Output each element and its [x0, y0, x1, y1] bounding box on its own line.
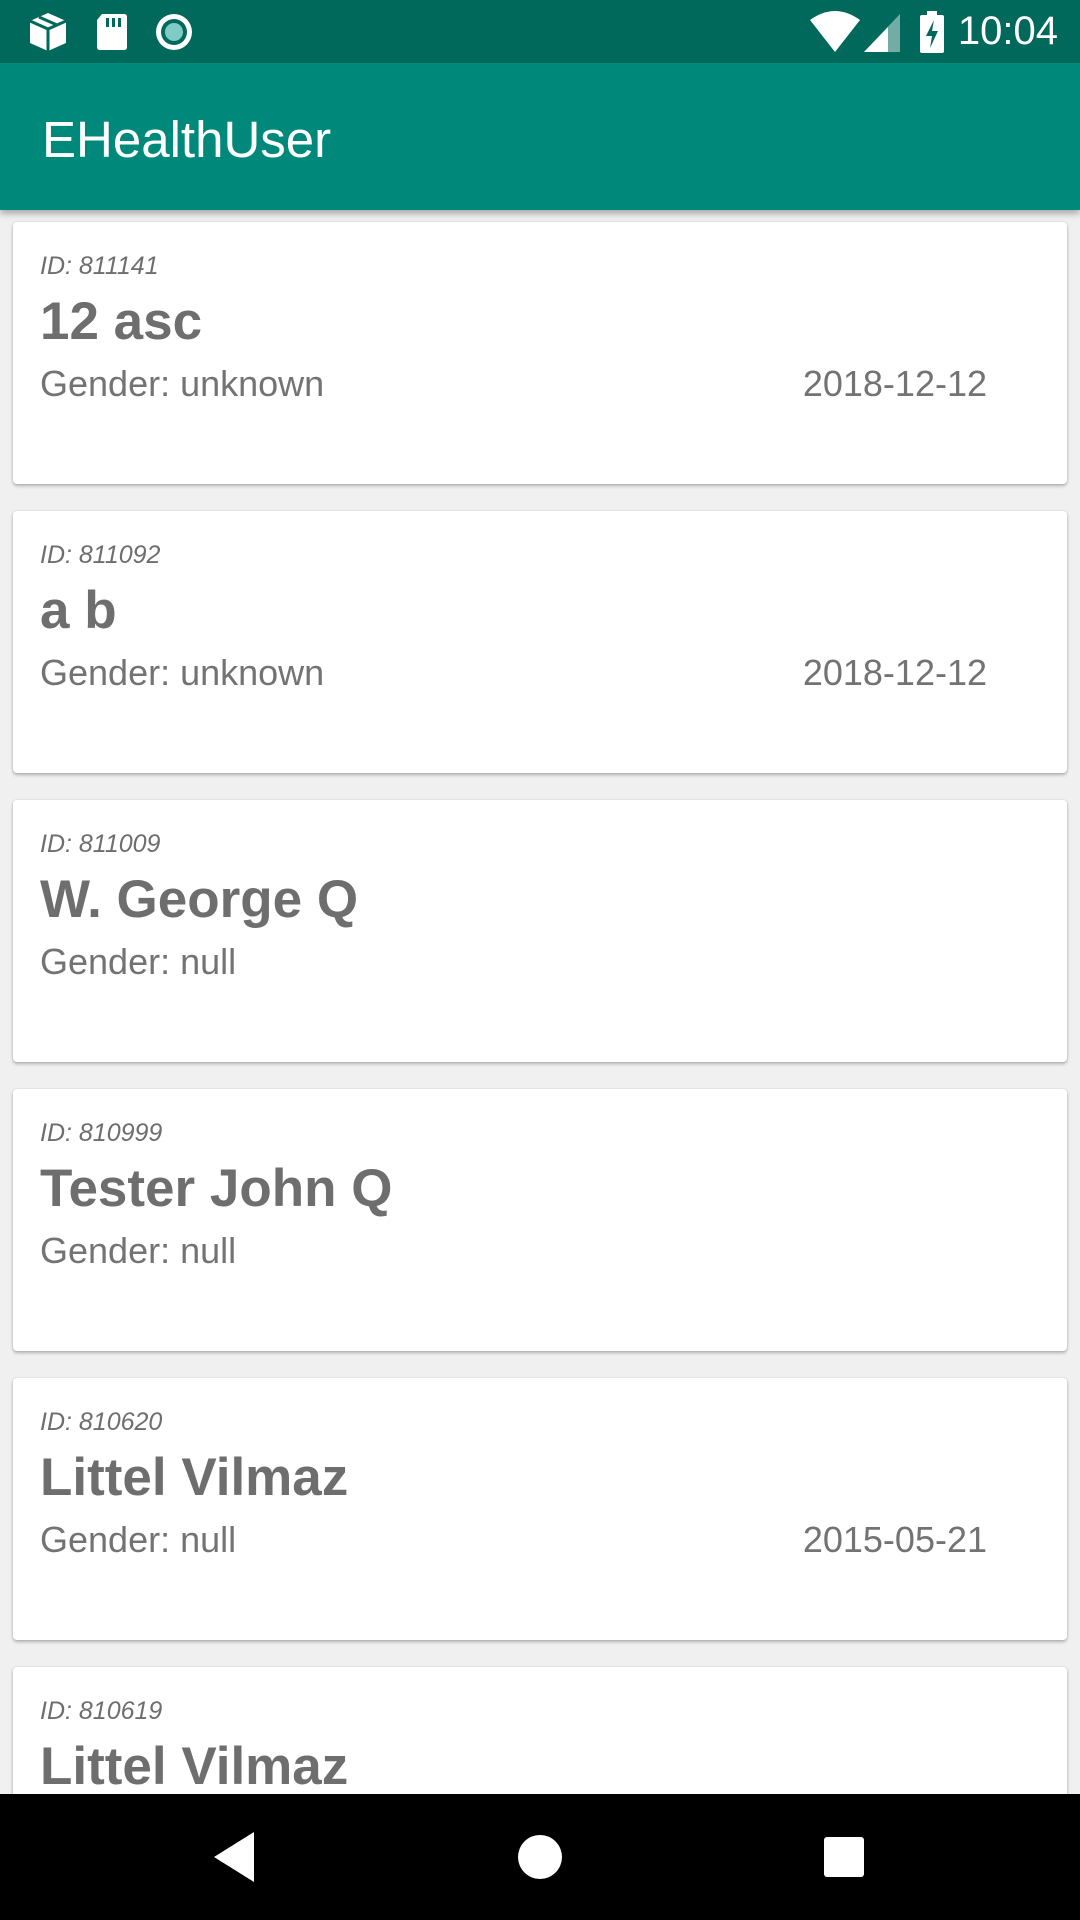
- patient-name: W. George Q: [40, 870, 359, 929]
- patient-card[interactable]: ID: 811092 a b Gender: unknown 2018-12-1…: [13, 511, 1067, 773]
- patient-id: ID: 811141: [40, 252, 159, 280]
- recents-icon[interactable]: [811, 1824, 877, 1890]
- home-icon[interactable]: [507, 1824, 573, 1890]
- patient-name: 12 asc: [40, 292, 203, 351]
- patient-name: Littel Vilmaz: [40, 1448, 349, 1507]
- patient-card[interactable]: ID: 810620 Littel Vilmaz Gender: null 20…: [13, 1378, 1067, 1640]
- app-title: EHealthUser: [42, 111, 332, 168]
- patient-card[interactable]: ID: 810619 Littel Vilmaz: [13, 1667, 1067, 1794]
- sd-card-icon: [97, 14, 127, 50]
- patient-name: Tester John Q: [40, 1159, 393, 1218]
- patient-date: 2018-12-12: [802, 363, 987, 404]
- package-icon: [29, 13, 67, 51]
- patient-gender: Gender: unknown: [40, 363, 325, 404]
- patient-id: ID: 810619: [40, 1697, 163, 1725]
- patient-gender: Gender: unknown: [40, 652, 325, 693]
- navigation-bar: [0, 1794, 1080, 1920]
- back-icon[interactable]: [202, 1824, 268, 1890]
- wifi-icon: [810, 11, 860, 52]
- status-bar: 10:04: [0, 0, 1080, 63]
- battery-charging-icon: [920, 11, 944, 53]
- clock: 10:04: [957, 9, 1058, 53]
- patient-date: 2018-12-12: [802, 652, 987, 693]
- patient-name: Littel Vilmaz: [40, 1737, 349, 1794]
- patient-gender: Gender: null: [40, 941, 237, 982]
- patient-id: ID: 810620: [40, 1408, 163, 1436]
- circle-record-icon: [156, 14, 192, 50]
- patient-list[interactable]: ID: 811141 12 asc Gender: unknown 2018-1…: [0, 210, 1080, 1794]
- patient-name: a b: [40, 581, 117, 640]
- app-bar: EHealthUser: [0, 63, 1080, 210]
- patient-card[interactable]: ID: 811141 12 asc Gender: unknown 2018-1…: [13, 222, 1067, 484]
- patient-gender: Gender: null: [40, 1519, 237, 1560]
- cell-signal-icon: [864, 14, 900, 52]
- patient-id: ID: 810999: [40, 1119, 163, 1147]
- patient-id: ID: 811092: [40, 541, 161, 569]
- patient-card[interactable]: ID: 811009 W. George Q Gender: null: [13, 800, 1067, 1062]
- patient-date: 2015-05-21: [802, 1519, 987, 1560]
- patient-card[interactable]: ID: 810999 Tester John Q Gender: null: [13, 1089, 1067, 1351]
- patient-id: ID: 811009: [40, 830, 161, 858]
- patient-gender: Gender: null: [40, 1230, 237, 1271]
